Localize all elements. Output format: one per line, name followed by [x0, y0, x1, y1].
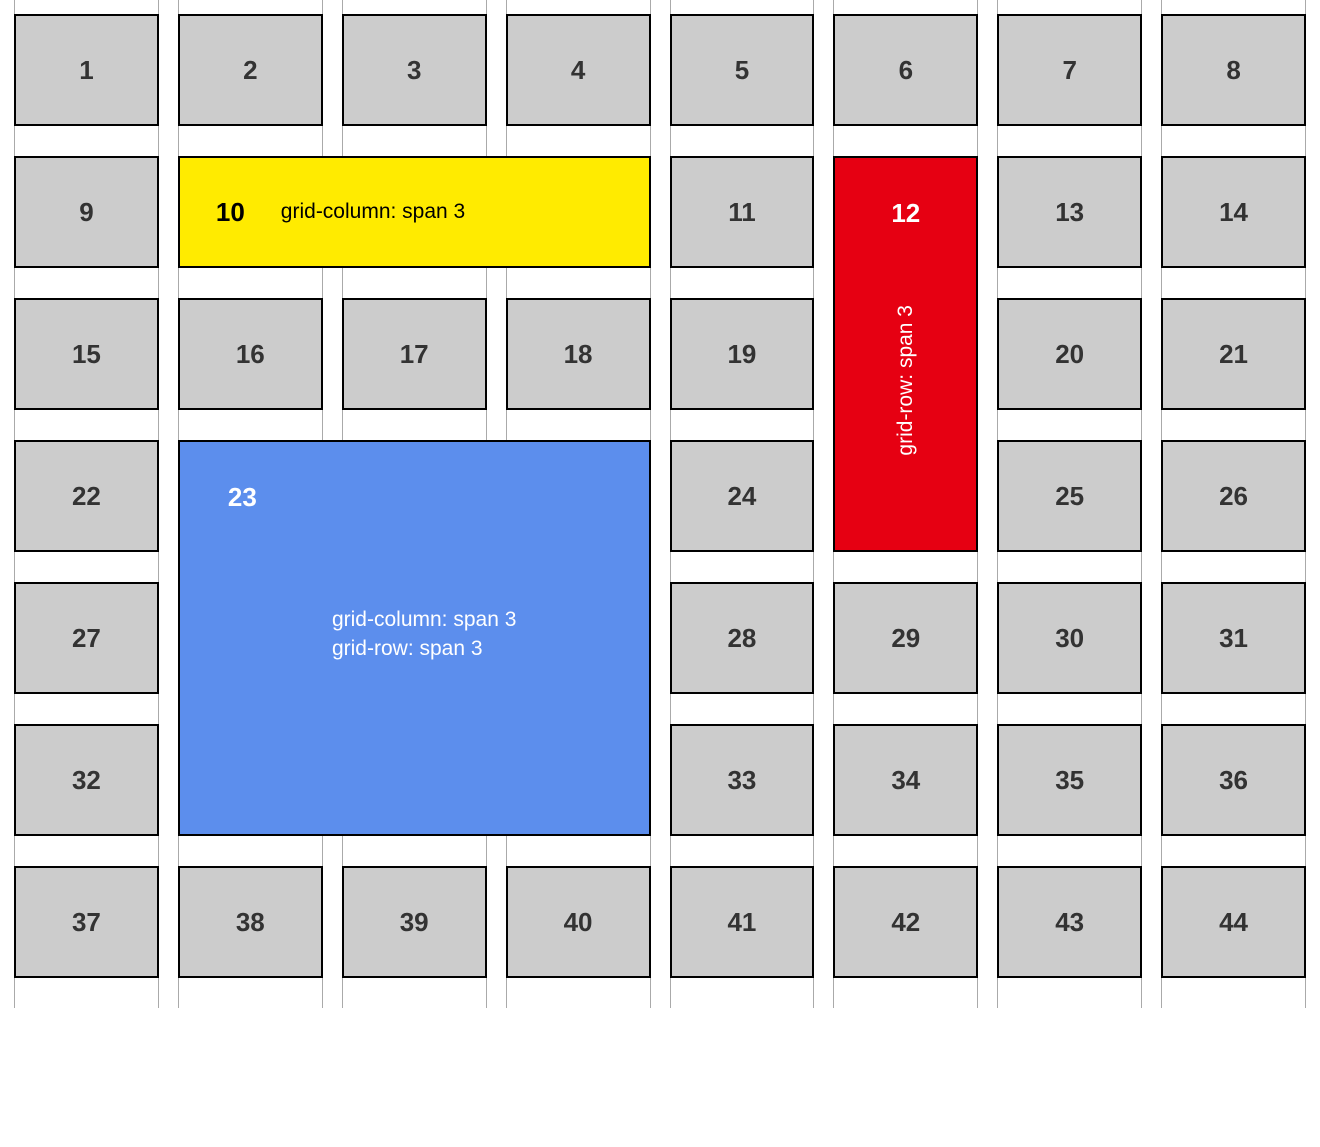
grid-tile-3: 3: [342, 14, 487, 126]
tile-number: 2: [243, 55, 257, 86]
tile-number: 41: [727, 907, 756, 938]
tile-number: 32: [72, 765, 101, 796]
grid-tile-20: 20: [997, 298, 1142, 410]
tile-number: 12: [891, 198, 920, 229]
tile-number: 6: [899, 55, 913, 86]
grid-tile-42: 42: [833, 866, 978, 978]
grid-tile-18: 18: [506, 298, 651, 410]
grid-tile-26: 26: [1161, 440, 1306, 552]
tile-number: 22: [72, 481, 101, 512]
grid-tile-39: 39: [342, 866, 487, 978]
tile-number: 24: [727, 481, 756, 512]
grid-tile-25: 25: [997, 440, 1142, 552]
tile-number: 26: [1219, 481, 1248, 512]
grid-tile-27: 27: [14, 582, 159, 694]
grid-tile-12: 12 grid-row: span 3: [833, 156, 978, 552]
grid-tile-21: 21: [1161, 298, 1306, 410]
tile-number: 27: [72, 623, 101, 654]
tile-number: 29: [891, 623, 920, 654]
grid-tile-35: 35: [997, 724, 1142, 836]
tile-number: 36: [1219, 765, 1248, 796]
grid-tile-29: 29: [833, 582, 978, 694]
tile-number: 30: [1055, 623, 1084, 654]
tile-number: 21: [1219, 339, 1248, 370]
grid-tile-43: 43: [997, 866, 1142, 978]
tile-number: 10: [216, 197, 245, 228]
grid-tile-9: 9: [14, 156, 159, 268]
grid-tile-7: 7: [997, 14, 1142, 126]
tile-number: 13: [1055, 197, 1084, 228]
grid-tile-30: 30: [997, 582, 1142, 694]
tile-number: 19: [727, 339, 756, 370]
tile-number: 40: [564, 907, 593, 938]
tile-number: 7: [1062, 55, 1076, 86]
tile-number: 25: [1055, 481, 1084, 512]
tile-number: 23: [228, 482, 257, 513]
grid-tile-13: 13: [997, 156, 1142, 268]
tile-number: 33: [727, 765, 756, 796]
grid-tile-11: 11: [670, 156, 815, 268]
tile-number: 34: [891, 765, 920, 796]
grid-tile-22: 22: [14, 440, 159, 552]
grid-tile-32: 32: [14, 724, 159, 836]
tile-number: 42: [891, 907, 920, 938]
grid-tile-14: 14: [1161, 156, 1306, 268]
tile-number: 39: [400, 907, 429, 938]
grid-tile-44: 44: [1161, 866, 1306, 978]
tile-number: 20: [1055, 339, 1084, 370]
grid-tile-17: 17: [342, 298, 487, 410]
tile-number: 14: [1219, 197, 1248, 228]
tile-caption: grid-column: span 3 grid-row: span 3: [312, 605, 516, 664]
grid-tile-4: 4: [506, 14, 651, 126]
grid-tile-37: 37: [14, 866, 159, 978]
grid-tile-40: 40: [506, 866, 651, 978]
grid-tile-23: 23 grid-column: span 3 grid-row: span 3: [178, 440, 651, 836]
tile-number: 16: [236, 339, 265, 370]
tile-number: 44: [1219, 907, 1248, 938]
grid-tile-15: 15: [14, 298, 159, 410]
tile-number: 28: [727, 623, 756, 654]
grid-tile-33: 33: [670, 724, 815, 836]
tile-number: 17: [400, 339, 429, 370]
grid-tile-41: 41: [670, 866, 815, 978]
tile-number: 18: [564, 339, 593, 370]
tile-caption: grid-column: span 3: [281, 200, 465, 224]
tile-number: 37: [72, 907, 101, 938]
tile-number: 35: [1055, 765, 1084, 796]
tile-number: 5: [735, 55, 749, 86]
tile-number: 15: [72, 339, 101, 370]
grid-tile-16: 16: [178, 298, 323, 410]
grid-tile-31: 31: [1161, 582, 1306, 694]
tile-number: 31: [1219, 623, 1248, 654]
tile-number: 4: [571, 55, 585, 86]
css-grid-span-diagram: 12345678910grid-column: span 31112grid-r…: [14, 14, 1306, 978]
grid-tile-19: 19: [670, 298, 815, 410]
grid-tile-8: 8: [1161, 14, 1306, 126]
tile-number: 38: [236, 907, 265, 938]
grid-tile-28: 28: [670, 582, 815, 694]
grid-tile-24: 24: [670, 440, 815, 552]
grid-tile-5: 5: [670, 14, 815, 126]
grid-tile-10: 10 grid-column: span 3: [178, 156, 651, 268]
grid-tile-38: 38: [178, 866, 323, 978]
tile-number: 3: [407, 55, 421, 86]
grid-tile-36: 36: [1161, 724, 1306, 836]
grid-tile-6: 6: [833, 14, 978, 126]
grid-tile-2: 2: [178, 14, 323, 126]
tile-number: 8: [1226, 55, 1240, 86]
grid-tile-1: 1: [14, 14, 159, 126]
tile-number: 1: [79, 55, 93, 86]
tile-number: 43: [1055, 907, 1084, 938]
tile-number: 9: [79, 197, 93, 228]
tile-number: 11: [728, 197, 756, 228]
grid-tile-34: 34: [833, 724, 978, 836]
tile-caption: grid-row: span 3: [894, 305, 918, 456]
